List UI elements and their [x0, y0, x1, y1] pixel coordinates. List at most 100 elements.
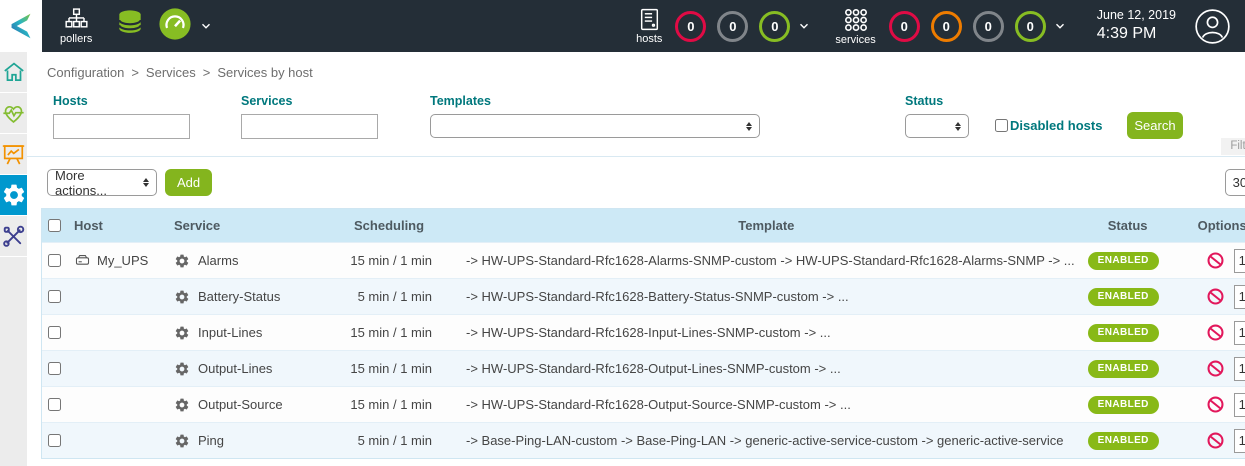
- service-cell[interactable]: Battery-Status: [168, 289, 348, 305]
- host-cell[interactable]: [68, 432, 168, 449]
- select-all-checkbox[interactable]: [48, 219, 61, 232]
- pollers-menu[interactable]: pollers: [60, 7, 92, 45]
- row-checkbox[interactable]: [48, 254, 61, 267]
- status-badge: ENABLED: [1088, 432, 1159, 450]
- disable-icon[interactable]: [1206, 323, 1225, 342]
- options-count-input[interactable]: [1234, 393, 1245, 417]
- more-actions-select[interactable]: More actions...: [47, 169, 157, 196]
- status-select[interactable]: [905, 114, 969, 138]
- options-count-input[interactable]: [1234, 321, 1245, 345]
- service-cell[interactable]: Ping: [168, 433, 348, 449]
- options-cell: [1175, 357, 1245, 381]
- user-menu[interactable]: [1194, 8, 1231, 45]
- services-filter-input[interactable]: [241, 114, 378, 139]
- service-name[interactable]: Battery-Status: [198, 289, 280, 304]
- sidebar-item-configuration[interactable]: [0, 175, 27, 215]
- services-menu[interactable]: services: [835, 7, 875, 46]
- service-gear-icon: [174, 325, 190, 341]
- header-host[interactable]: Host: [68, 218, 168, 233]
- hosts-down-counter[interactable]: 0: [675, 11, 706, 42]
- hosts-label: hosts: [636, 33, 662, 45]
- breadcrumb-configuration[interactable]: Configuration: [47, 65, 124, 80]
- host-name[interactable]: My_UPS: [97, 253, 148, 268]
- centreon-logo-icon: [4, 9, 38, 43]
- scheduling-cell: 15 min / 1 min: [348, 361, 458, 376]
- services-table: Host Service Scheduling Template Status …: [41, 208, 1245, 459]
- sidebar: [0, 52, 27, 466]
- templates-select[interactable]: [430, 114, 760, 138]
- pollers-label: pollers: [60, 33, 92, 45]
- disabled-hosts-checkbox[interactable]: [995, 119, 1008, 132]
- add-button[interactable]: Add: [165, 169, 212, 196]
- disable-icon[interactable]: [1206, 431, 1225, 450]
- database-status-icon[interactable]: [114, 8, 146, 45]
- host-cell[interactable]: [68, 360, 168, 377]
- service-name[interactable]: Ping: [198, 433, 224, 448]
- services-label: services: [835, 34, 875, 46]
- poller-chevron-down-icon[interactable]: [199, 19, 213, 33]
- header-service[interactable]: Service: [168, 218, 348, 233]
- hosts-unreachable-counter[interactable]: 0: [717, 11, 748, 42]
- hosts-up-counter[interactable]: 0: [759, 11, 790, 42]
- row-checkbox[interactable]: [48, 362, 61, 375]
- host-cell[interactable]: [68, 288, 168, 305]
- actions-toolbar: More actions... Add 30: [27, 157, 1245, 207]
- template-cell: -> HW-UPS-Standard-Rfc1628-Alarms-SNMP-c…: [458, 253, 1075, 268]
- header-status[interactable]: Status: [1075, 218, 1175, 233]
- hosts-chevron-down-icon[interactable]: [797, 19, 811, 33]
- sidebar-item-home[interactable]: [0, 52, 27, 92]
- service-name[interactable]: Input-Lines: [198, 325, 262, 340]
- service-gear-icon: [174, 433, 190, 449]
- services-unknown-counter[interactable]: 0: [973, 11, 1004, 42]
- row-checkbox[interactable]: [48, 326, 61, 339]
- options-count-input[interactable]: [1234, 357, 1245, 381]
- services-warning-counter[interactable]: 0: [931, 11, 962, 42]
- template-cell: -> HW-UPS-Standard-Rfc1628-Output-Lines-…: [458, 361, 1075, 376]
- disabled-hosts-label: Disabled hosts: [1010, 118, 1102, 133]
- sidebar-item-reporting[interactable]: [0, 134, 27, 174]
- disable-icon[interactable]: [1206, 251, 1225, 270]
- services-critical-counter[interactable]: 0: [889, 11, 920, 42]
- gauge-status-icon[interactable]: [158, 7, 192, 46]
- host-cell[interactable]: [68, 324, 168, 341]
- service-name[interactable]: Output-Lines: [198, 361, 272, 376]
- options-count-input[interactable]: [1234, 285, 1245, 309]
- header-template[interactable]: Template: [458, 218, 1075, 233]
- table-row: Ping 5 min / 1 min -> Base-Ping-LAN-cust…: [42, 422, 1245, 458]
- status-badge: ENABLED: [1088, 288, 1159, 306]
- search-button[interactable]: Search: [1127, 112, 1183, 139]
- service-cell[interactable]: Output-Lines: [168, 361, 348, 377]
- service-cell[interactable]: Alarms: [168, 253, 348, 269]
- scheduling-cell: 5 min / 1 min: [348, 433, 458, 448]
- disable-icon[interactable]: [1206, 287, 1225, 306]
- table-header-row: Host Service Scheduling Template Status …: [42, 209, 1245, 242]
- tools-icon: [0, 223, 27, 250]
- service-cell[interactable]: Input-Lines: [168, 325, 348, 341]
- service-cell[interactable]: Output-Source: [168, 397, 348, 413]
- host-cell[interactable]: [68, 396, 168, 413]
- status-cell: ENABLED: [1075, 360, 1175, 378]
- row-checkbox[interactable]: [48, 290, 61, 303]
- options-count-input[interactable]: [1234, 249, 1245, 273]
- row-checkbox[interactable]: [48, 398, 61, 411]
- page-size-select[interactable]: 30: [1225, 169, 1245, 196]
- service-name[interactable]: Output-Source: [198, 397, 283, 412]
- options-count-input[interactable]: [1234, 429, 1245, 453]
- sidebar-item-administration[interactable]: [0, 216, 27, 256]
- table-row: Battery-Status 5 min / 1 min -> HW-UPS-S…: [42, 278, 1245, 314]
- service-name[interactable]: Alarms: [198, 253, 238, 268]
- breadcrumb-services[interactable]: Services: [146, 65, 196, 80]
- services-chevron-down-icon[interactable]: [1053, 19, 1067, 33]
- services-ok-counter[interactable]: 0: [1015, 11, 1046, 42]
- disable-icon[interactable]: [1206, 359, 1225, 378]
- hosts-menu[interactable]: hosts: [636, 7, 662, 45]
- disable-icon[interactable]: [1206, 395, 1225, 414]
- row-checkbox[interactable]: [48, 434, 61, 447]
- table-row: My_UPS Alarms 15 min / 1 min -> HW-UPS-S…: [42, 242, 1245, 278]
- centreon-logo[interactable]: [0, 0, 42, 52]
- host-cell[interactable]: My_UPS: [68, 252, 168, 269]
- hosts-icon: [637, 7, 662, 32]
- sidebar-item-monitoring[interactable]: [0, 93, 27, 133]
- hosts-filter-input[interactable]: [53, 114, 190, 139]
- header-scheduling[interactable]: Scheduling: [348, 218, 458, 233]
